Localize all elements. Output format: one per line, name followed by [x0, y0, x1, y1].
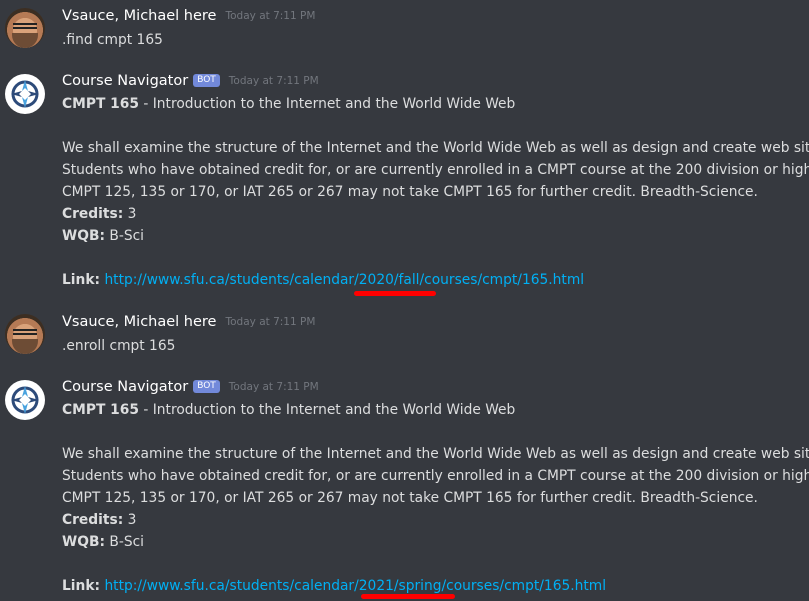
- description-line: We shall examine the structure of the In…: [62, 140, 809, 156]
- message-header: Course Navigator BOT Today at 7:11 PM: [62, 73, 319, 89]
- course-heading: CMPT 165 - Introduction to the Internet …: [62, 399, 809, 421]
- author-name[interactable]: Course Navigator: [62, 73, 188, 89]
- credits-value: 3: [123, 206, 137, 222]
- timestamp: Today at 7:11 PM: [228, 75, 319, 87]
- course-code: CMPT 165: [62, 402, 139, 418]
- message-text: .enroll cmpt 165: [62, 338, 176, 354]
- message-header: Vsauce, Michael here Today at 7:11 PM: [62, 314, 315, 330]
- course-code: CMPT 165: [62, 96, 139, 112]
- message-content: .find cmpt 165: [62, 29, 163, 51]
- link-label: Link:: [62, 272, 101, 288]
- credits-line: Credits: 3: [62, 203, 809, 225]
- timestamp: Today at 7:11 PM: [225, 316, 316, 328]
- author-name[interactable]: Vsauce, Michael here: [62, 314, 216, 330]
- wqb-line: WQB: B-Sci: [62, 225, 809, 247]
- avatar[interactable]: [5, 314, 45, 354]
- description-line: We shall examine the structure of the In…: [62, 446, 809, 462]
- description-line: Students who have obtained credit for, o…: [62, 468, 809, 484]
- link-label: Link:: [62, 578, 101, 594]
- course-title: - Introduction to the Internet and the W…: [138, 96, 516, 112]
- wqb-label: WQB:: [62, 534, 105, 550]
- wqb-label: WQB:: [62, 228, 105, 244]
- course-title: - Introduction to the Internet and the W…: [138, 402, 516, 418]
- author-name[interactable]: Course Navigator: [62, 379, 188, 395]
- message-content: CMPT 165 - Introduction to the Internet …: [62, 399, 809, 597]
- avatar[interactable]: [5, 8, 45, 48]
- course-link[interactable]: http://www.sfu.ca/students/calendar/2020…: [104, 272, 584, 288]
- message-content: .enroll cmpt 165: [62, 335, 175, 357]
- wqb-value: B-Sci: [104, 534, 144, 550]
- course-link[interactable]: http://www.sfu.ca/students/calendar/2021…: [104, 578, 606, 594]
- glasses-shape: [13, 23, 37, 29]
- credits-line: Credits: 3: [62, 509, 809, 531]
- course-heading: CMPT 165 - Introduction to the Internet …: [62, 93, 809, 115]
- message-content: CMPT 165 - Introduction to the Internet …: [62, 93, 809, 291]
- timestamp: Today at 7:11 PM: [228, 381, 319, 393]
- bot-badge: BOT: [193, 73, 220, 87]
- description-line: CMPT 125, 135 or 170, or IAT 265 or 267 …: [62, 490, 758, 506]
- wqb-value: B-Sci: [104, 228, 144, 244]
- message-header: Course Navigator BOT Today at 7:11 PM: [62, 379, 319, 395]
- red-annotation-underline: [361, 594, 455, 599]
- message-header: Vsauce, Michael here Today at 7:11 PM: [62, 8, 315, 24]
- timestamp: Today at 7:11 PM: [225, 10, 316, 22]
- description-line: CMPT 125, 135 or 170, or IAT 265 or 267 …: [62, 184, 758, 200]
- credits-label: Credits:: [62, 512, 124, 528]
- link-line: Link: http://www.sfu.ca/students/calenda…: [62, 269, 809, 291]
- message-text: .find cmpt 165: [62, 32, 163, 48]
- credits-value: 3: [123, 512, 137, 528]
- author-name[interactable]: Vsauce, Michael here: [62, 8, 216, 24]
- wqb-line: WQB: B-Sci: [62, 531, 809, 553]
- compass-icon[interactable]: [5, 74, 45, 114]
- compass-icon[interactable]: [5, 380, 45, 420]
- glasses-shape: [13, 329, 37, 335]
- credits-label: Credits:: [62, 206, 124, 222]
- bot-badge: BOT: [193, 379, 220, 393]
- beard-shape: [12, 339, 38, 354]
- beard-shape: [12, 33, 38, 48]
- red-annotation-underline: [354, 291, 436, 296]
- description-line: Students who have obtained credit for, o…: [62, 162, 809, 178]
